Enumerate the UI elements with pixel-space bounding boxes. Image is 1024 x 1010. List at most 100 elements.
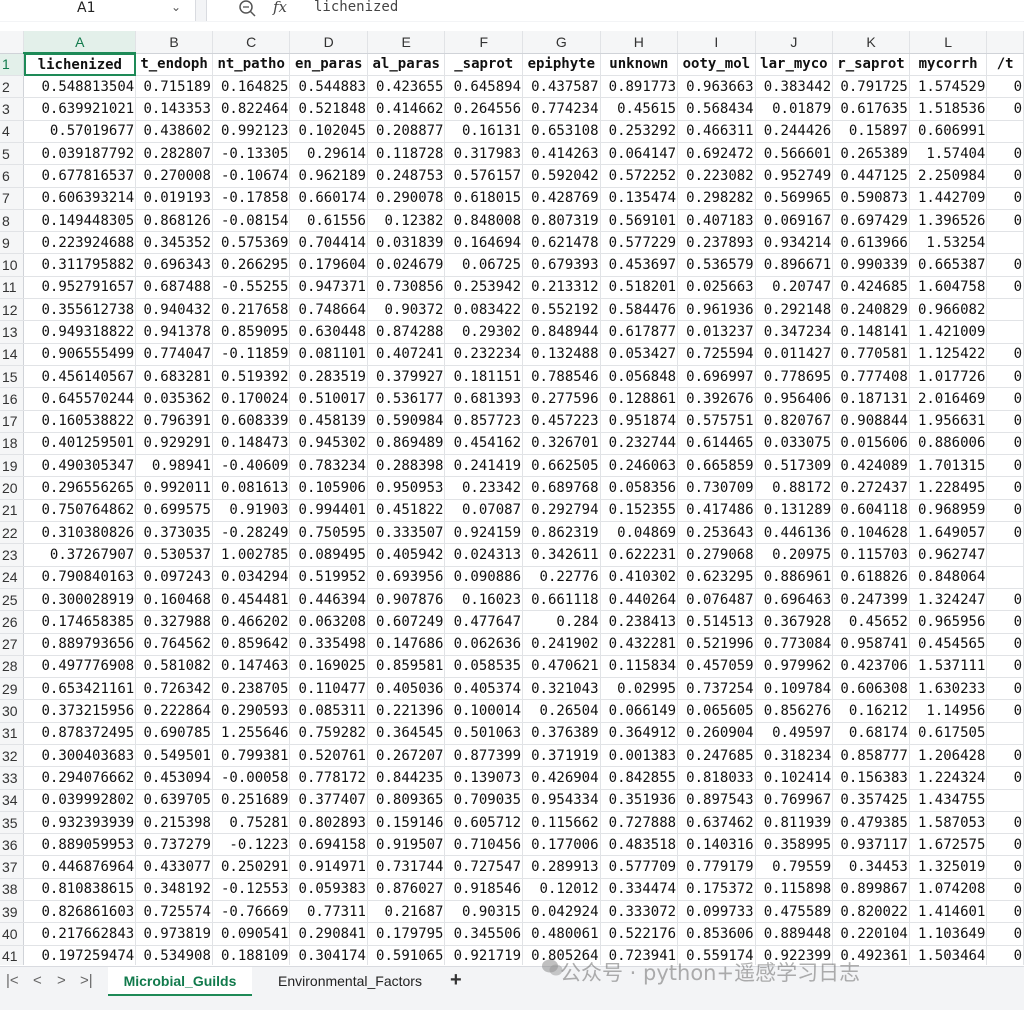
data-cell[interactable]: 0.77311: [289, 900, 368, 924]
data-cell[interactable]: 0.521848: [289, 97, 368, 121]
data-cell[interactable]: 0.665387: [909, 253, 988, 277]
row-header[interactable]: 32: [0, 744, 25, 768]
data-cell[interactable]: 0.063208: [289, 610, 368, 634]
data-cell[interactable]: 0.451822: [367, 499, 446, 523]
data-cell[interactable]: 0.373035: [135, 521, 213, 545]
data-cell[interactable]: 0.294076662: [23, 766, 137, 790]
data-cell[interactable]: 0.428769: [522, 187, 601, 210]
data-cell[interactable]: 0.91903: [212, 499, 291, 523]
data-cell[interactable]: 0.687488: [135, 276, 213, 300]
data-cell[interactable]: 0.591065: [367, 945, 446, 965]
data-cell[interactable]: 0.853606: [677, 922, 756, 946]
data-cell[interactable]: 0.617635: [832, 97, 910, 121]
data-cell[interactable]: 0.475589: [755, 900, 834, 924]
data-cell[interactable]: 0.383442: [755, 75, 834, 99]
data-cell[interactable]: 0.371919: [522, 744, 601, 768]
data-cell[interactable]: 1.396526: [909, 209, 988, 233]
data-cell[interactable]: 0.282807: [135, 142, 213, 166]
data-cell[interactable]: 0.90315: [444, 900, 524, 924]
data-cell[interactable]: 0.304174: [289, 945, 368, 965]
data-cell[interactable]: 0.848944: [522, 320, 601, 344]
data-cell[interactable]: 0.947371: [289, 276, 368, 300]
data-cell[interactable]: 0.764562: [135, 633, 213, 656]
data-cell[interactable]: 0.347234: [755, 320, 834, 344]
data-cell[interactable]: 0.292148: [755, 298, 834, 322]
data-cell[interactable]: 0.284: [522, 610, 601, 634]
data-cell[interactable]: 0.748664: [289, 298, 368, 322]
data-cell[interactable]: 0: [986, 187, 1024, 210]
data-cell[interactable]: 0.267207: [367, 744, 446, 768]
column-header-c[interactable]: C: [212, 31, 291, 54]
data-cell[interactable]: 0.283519: [289, 365, 368, 389]
data-cell[interactable]: 0.639705: [135, 789, 213, 812]
data-cell[interactable]: 0.519952: [289, 566, 368, 589]
data-cell[interactable]: 0.253643: [677, 521, 756, 545]
header-cell[interactable]: unknown: [600, 53, 679, 77]
data-cell[interactable]: 1.537111: [909, 655, 988, 679]
data-cell[interactable]: 0.618826: [832, 566, 910, 589]
data-cell[interactable]: 0.954334: [522, 789, 601, 812]
data-cell[interactable]: 1.434755: [909, 789, 988, 812]
header-cell[interactable]: mycorrh: [909, 53, 988, 77]
data-cell[interactable]: 0.289913: [522, 855, 601, 879]
data-cell[interactable]: 0.660174: [289, 187, 368, 210]
data-cell[interactable]: 0.874288: [367, 320, 446, 344]
data-cell[interactable]: 2.016469: [909, 387, 988, 411]
data-cell[interactable]: 0.696343: [135, 253, 213, 277]
data-cell[interactable]: 0.21687: [367, 900, 446, 924]
data-cell[interactable]: 0.147463: [212, 655, 291, 679]
data-cell[interactable]: 0.919507: [367, 833, 446, 857]
data-cell[interactable]: 0: [986, 878, 1024, 902]
data-cell[interactable]: 0.951874: [600, 410, 679, 433]
data-cell[interactable]: 0.333507: [367, 521, 446, 545]
data-cell[interactable]: 0.149448305: [23, 209, 137, 233]
data-cell[interactable]: 0.065605: [677, 699, 756, 723]
data-cell[interactable]: 1.017726: [909, 365, 988, 389]
data-cell[interactable]: 0: [986, 811, 1024, 835]
data-cell[interactable]: 0.709035: [444, 789, 524, 812]
data-cell[interactable]: 0.497776908: [23, 655, 137, 679]
data-cell[interactable]: 0.783234: [289, 454, 368, 478]
prev-sheet-icon[interactable]: <: [33, 972, 42, 989]
data-cell[interactable]: 0.777408: [832, 365, 910, 389]
data-cell[interactable]: 0.300028919: [23, 588, 137, 612]
data-cell[interactable]: 0.45615: [600, 97, 679, 121]
data-cell[interactable]: 0.364912: [600, 722, 679, 746]
data-cell[interactable]: 0.248753: [367, 164, 446, 188]
data-cell[interactable]: 0: [986, 677, 1024, 701]
data-cell[interactable]: 0.109784: [755, 677, 834, 701]
data-cell[interactable]: -0.13305: [212, 142, 291, 166]
data-cell[interactable]: 0: [986, 276, 1024, 300]
data-cell[interactable]: 0.90372: [367, 298, 446, 322]
data-cell[interactable]: 0.424685: [832, 276, 910, 300]
data-cell[interactable]: 0.941378: [135, 320, 213, 344]
data-cell[interactable]: 0.148473: [212, 432, 291, 456]
spreadsheet-grid[interactable]: ABCDEFGHIJKL 1 lichenized t_endoph nt_patho…: [0, 31, 1024, 965]
data-cell[interactable]: 0.446394: [289, 588, 368, 612]
data-cell[interactable]: 0.220104: [832, 922, 910, 946]
data-cell[interactable]: 0.140316: [677, 833, 756, 857]
data-cell[interactable]: 0.147686: [367, 633, 446, 656]
data-cell[interactable]: 0.859581: [367, 655, 446, 679]
data-cell[interactable]: 0.01879: [755, 97, 834, 121]
data-cell[interactable]: 0.605712: [444, 811, 524, 835]
data-cell[interactable]: 1.074208: [909, 878, 988, 902]
data-cell[interactable]: 1.574529: [909, 75, 988, 99]
data-cell[interactable]: 0: [986, 655, 1024, 679]
data-cell[interactable]: 0.019193: [135, 187, 213, 210]
data-cell[interactable]: 0.924159: [444, 521, 524, 545]
data-cell[interactable]: 0.424089: [832, 454, 910, 478]
data-cell[interactable]: 0.645894: [444, 75, 524, 99]
data-cell[interactable]: 0.333072: [600, 900, 679, 924]
data-cell[interactable]: 0.440264: [600, 588, 679, 612]
row-header[interactable]: 2: [0, 75, 25, 99]
data-cell[interactable]: 0.868126: [135, 209, 213, 233]
column-header-b[interactable]: B: [135, 31, 213, 54]
data-cell[interactable]: 0.265389: [832, 142, 910, 166]
data-cell[interactable]: 0.75281: [212, 811, 291, 835]
data-cell[interactable]: 0.310380826: [23, 521, 137, 545]
row-header[interactable]: 39: [0, 900, 25, 924]
column-header-d[interactable]: D: [289, 31, 368, 54]
data-cell[interactable]: 0.477647: [444, 610, 524, 634]
data-cell[interactable]: 0.566601: [755, 142, 834, 166]
